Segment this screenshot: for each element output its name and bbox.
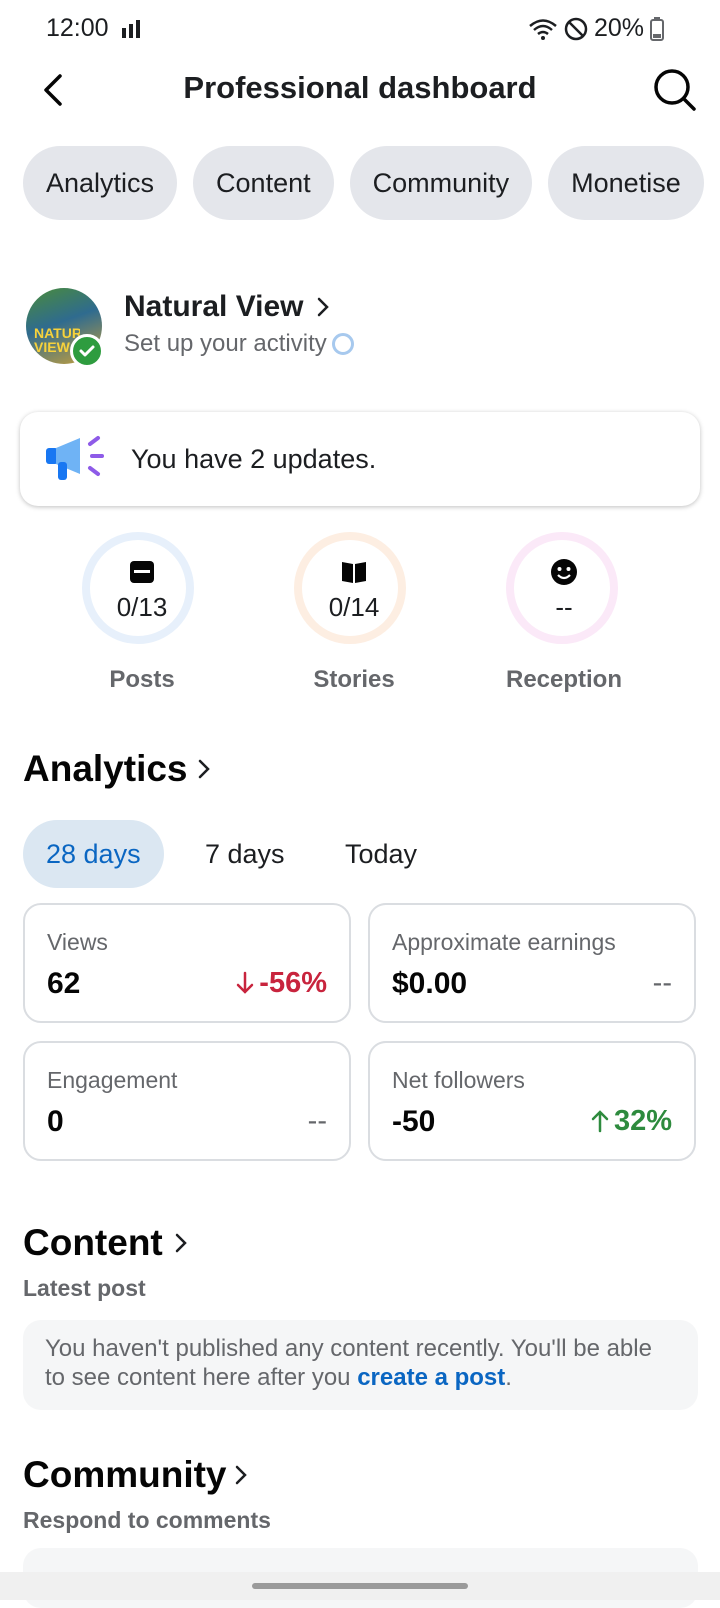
net-followers-value: -50 [392, 1105, 436, 1138]
net-followers-delta-text: 32% [613, 1105, 672, 1137]
views-delta: -56% [235, 967, 327, 1000]
empty-content-text: You haven't published any content recent… [45, 1334, 676, 1392]
do-not-disturb-icon [564, 17, 588, 40]
engagement-card[interactable]: Engagement 0 -- [23, 1041, 351, 1161]
earnings-delta: -- [652, 967, 672, 999]
stories-label: Stories [313, 666, 395, 693]
verified-check-icon [70, 334, 104, 368]
net-followers-delta: 32% [590, 1105, 672, 1138]
reception-label: Reception [505, 666, 622, 693]
earnings-card[interactable]: Approximate earnings $0.00 -- [368, 903, 696, 1023]
progress-ring-icon [332, 333, 354, 355]
arrow-up-icon [591, 1110, 609, 1133]
status-right: 20% [528, 14, 664, 43]
updates-text: You have 2 updates. [131, 444, 377, 474]
create-post-link[interactable]: create a post [357, 1364, 505, 1391]
views-label: Views [47, 929, 108, 955]
posts-value: 0/13 [116, 592, 168, 622]
page-title: Professional dashboard [183, 70, 537, 105]
profile-name[interactable]: Natural View [124, 290, 304, 324]
content-subtitle: Latest post [23, 1275, 146, 1301]
reception-value: -- [555, 592, 573, 622]
tab-content[interactable]: Content [193, 146, 334, 220]
tab-monetise[interactable]: Monetise [548, 146, 704, 220]
chevron-right-icon[interactable] [314, 292, 334, 322]
stories-value: 0/14 [328, 592, 380, 622]
views-card[interactable]: Views 62 -56% [23, 903, 351, 1023]
empty-content-message: You haven't published any content recent… [45, 1335, 652, 1391]
posts-label: Posts [109, 666, 175, 693]
content-title[interactable]: Content [23, 1222, 163, 1264]
net-followers-card[interactable]: Net followers -50 32% [368, 1041, 696, 1161]
megaphone-icon [46, 436, 104, 480]
stories-ring[interactable] [294, 532, 406, 644]
period-28-days[interactable]: 28 days [23, 820, 164, 888]
empty-content-end: . [505, 1364, 512, 1391]
period-7-days[interactable]: 7 days [182, 820, 308, 888]
wifi-icon [529, 18, 557, 40]
period-today[interactable]: Today [322, 820, 440, 888]
status-time: 12:00 [46, 14, 109, 42]
post-icon [130, 561, 154, 583]
posts-ring[interactable] [82, 532, 194, 644]
views-value: 62 [47, 967, 81, 1000]
section-tabs: Analytics Content Community Monetise [23, 146, 704, 220]
community-subtitle: Respond to comments [23, 1507, 271, 1533]
engagement-delta: -- [307, 1105, 327, 1137]
home-handle[interactable] [252, 1583, 468, 1589]
search-icon[interactable] [652, 66, 698, 114]
book-icon [342, 562, 366, 583]
arrow-down-icon [237, 971, 254, 994]
reception-ring[interactable] [506, 532, 618, 644]
net-followers-label: Net followers [392, 1067, 525, 1093]
engagement-label: Engagement [47, 1067, 178, 1093]
smiley-icon [551, 559, 577, 585]
battery-percent: 20% [593, 14, 644, 42]
signal-icon [122, 20, 140, 38]
engagement-value: 0 [47, 1105, 64, 1138]
views-delta-text: -56% [259, 967, 327, 999]
battery-icon [650, 16, 664, 41]
analytics-title[interactable]: Analytics [23, 748, 188, 790]
status-bar: 12:00 20% [0, 0, 720, 58]
empty-content-box: You haven't published any content recent… [23, 1320, 698, 1410]
chevron-right-icon[interactable] [195, 754, 215, 784]
tab-analytics[interactable]: Analytics [23, 146, 178, 220]
chevron-right-icon[interactable] [232, 1460, 252, 1490]
earnings-label: Approximate earnings [392, 929, 616, 955]
chevron-right-icon[interactable] [172, 1228, 192, 1258]
community-title[interactable]: Community [23, 1454, 227, 1496]
tab-community[interactable]: Community [349, 146, 533, 220]
profile-subtitle[interactable]: Set up your activity [124, 330, 327, 358]
earnings-value: $0.00 [392, 967, 468, 1000]
